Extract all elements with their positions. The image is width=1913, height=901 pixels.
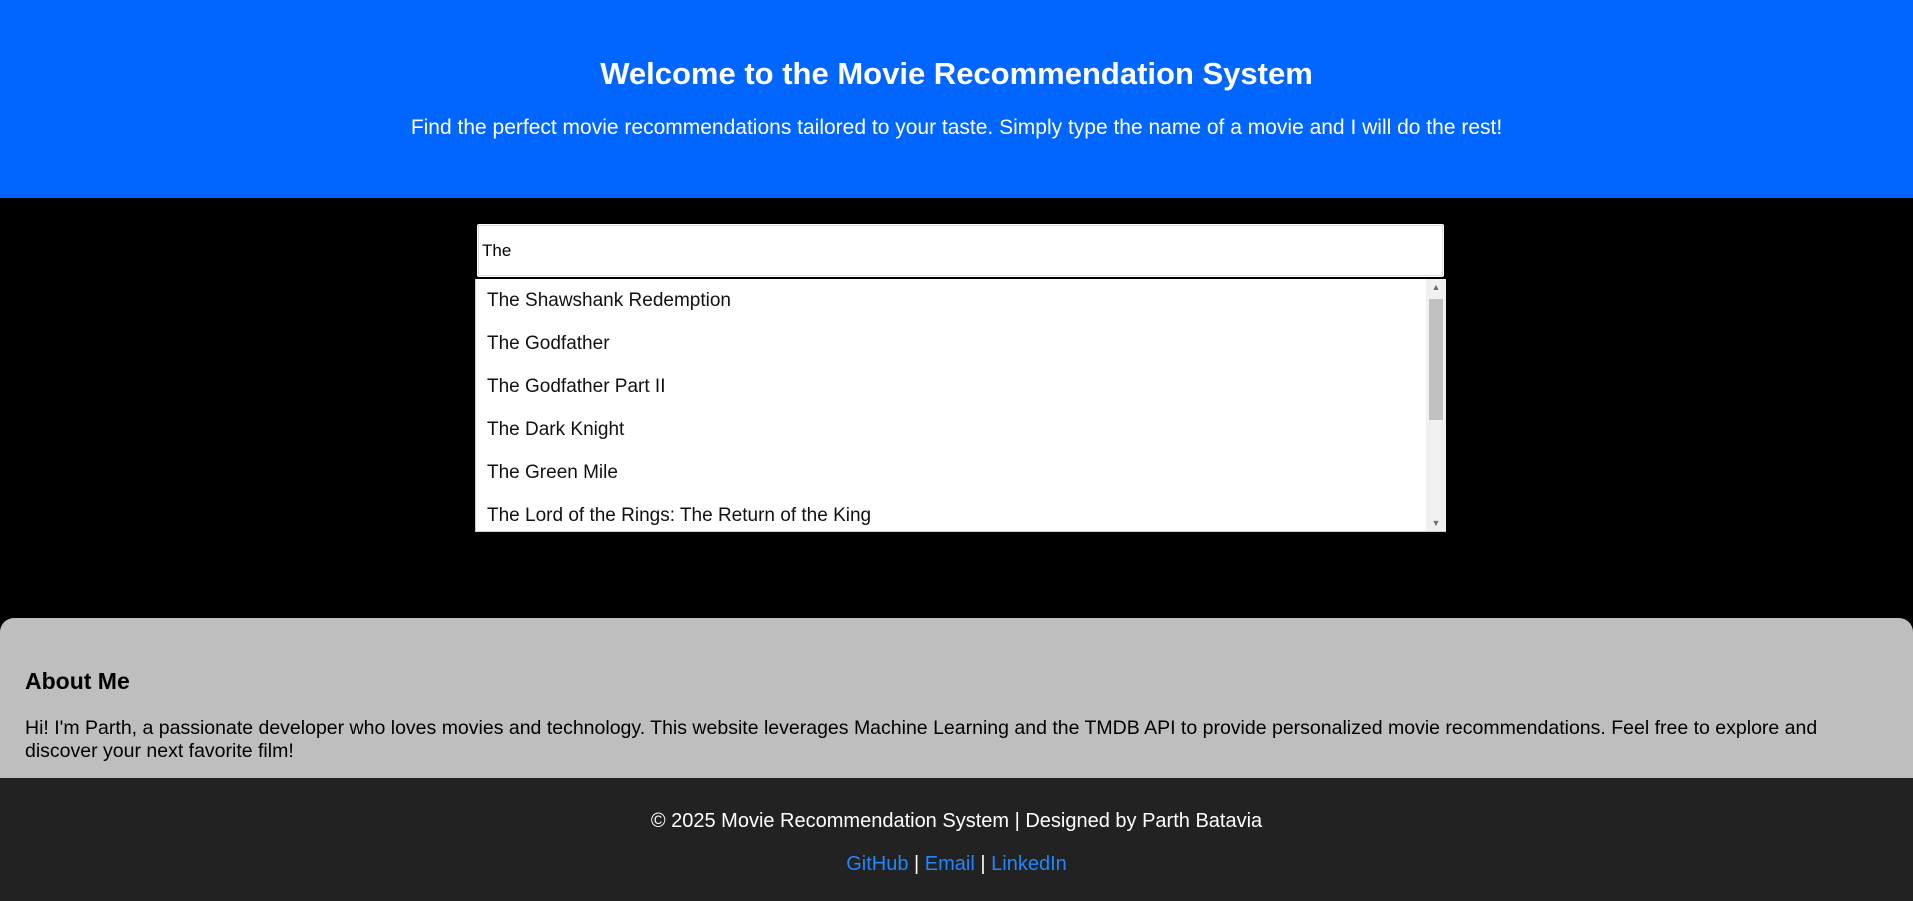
link-separator: | <box>914 853 920 875</box>
page-subtitle: Find the perfect movie recommendations t… <box>410 116 1503 139</box>
scrollbar-thumb[interactable] <box>1429 299 1443 420</box>
suggestion-item[interactable]: The Dark Knight <box>476 408 1426 451</box>
search-container: The Shawshank Redemption The Godfather T… <box>475 222 1446 532</box>
scroll-down-arrow-icon[interactable]: ▼ <box>1426 515 1446 531</box>
footer-copyright: © 2025 Movie Recommendation System | Des… <box>650 810 1263 832</box>
about-text: Hi! I'm Parth, a passionate developer wh… <box>25 717 1818 762</box>
suggestion-item[interactable]: The Lord of the Rings: The Return of the… <box>476 494 1426 531</box>
link-separator: | <box>980 853 986 875</box>
github-link[interactable]: GitHub <box>846 853 908 875</box>
suggestions-dropdown: The Shawshank Redemption The Godfather T… <box>475 279 1446 532</box>
email-link[interactable]: Email <box>925 853 975 875</box>
about-title: About Me <box>25 668 130 694</box>
suggestion-item[interactable]: The Godfather <box>476 322 1426 365</box>
footer-links: GitHub | Email | LinkedIn <box>0 853 1913 876</box>
suggestions-scrollbar[interactable]: ▲ ▼ <box>1426 279 1446 531</box>
suggestion-item[interactable]: The Godfather Part II <box>476 365 1426 408</box>
scroll-up-arrow-icon[interactable]: ▲ <box>1426 279 1446 296</box>
movie-search-input[interactable] <box>475 222 1446 279</box>
page-header: Welcome to the Movie Recommendation Syst… <box>0 0 1913 198</box>
suggestions-list: The Shawshank Redemption The Godfather T… <box>476 279 1426 531</box>
suggestion-item[interactable]: The Shawshank Redemption <box>476 279 1426 322</box>
linkedin-link[interactable]: LinkedIn <box>991 853 1067 875</box>
page-footer: © 2025 Movie Recommendation System | Des… <box>0 778 1913 901</box>
about-section: About Me Hi! I'm Parth, a passionate dev… <box>0 618 1913 778</box>
page-title: Welcome to the Movie Recommendation Syst… <box>600 56 1313 91</box>
suggestion-item[interactable]: The Green Mile <box>476 451 1426 494</box>
